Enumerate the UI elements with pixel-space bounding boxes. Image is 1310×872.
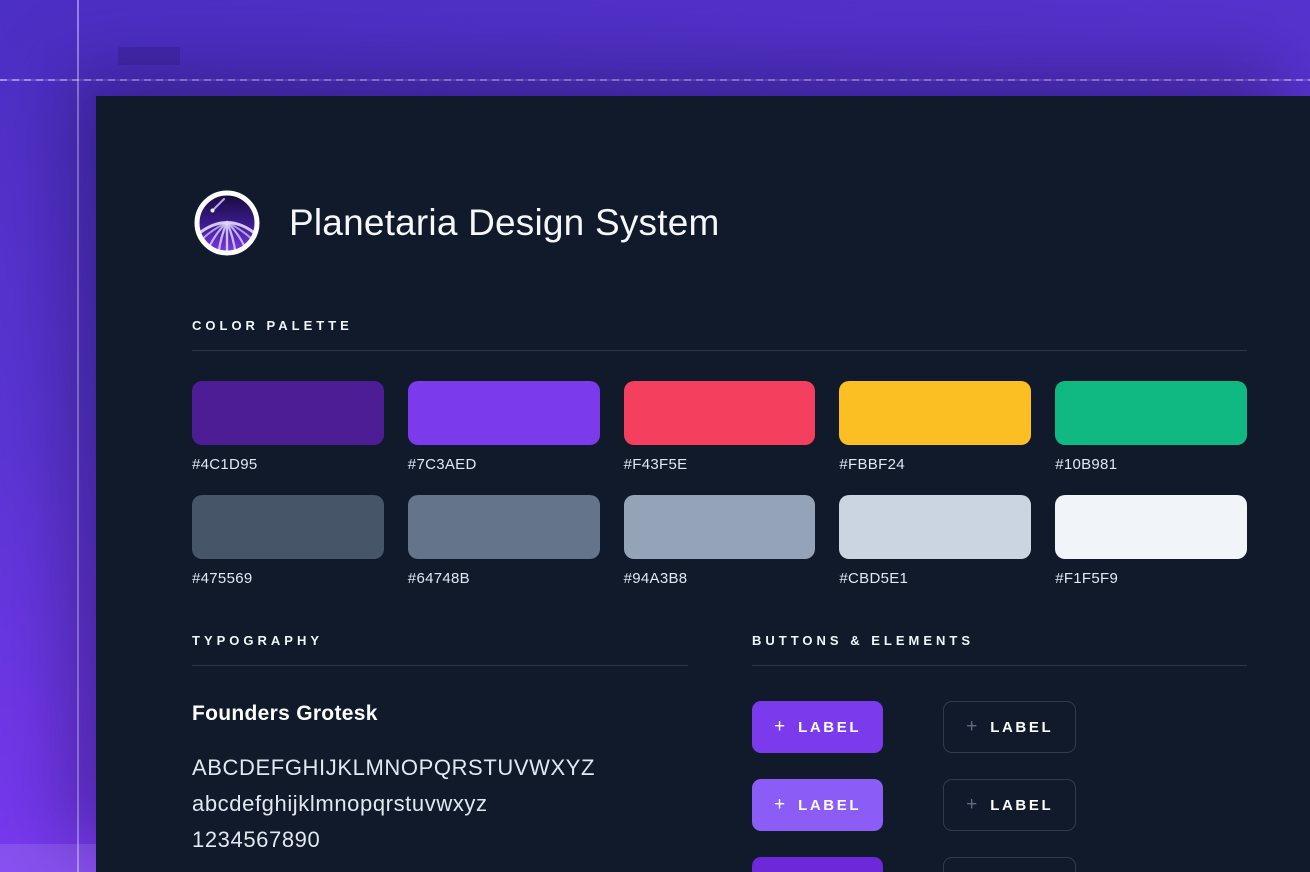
section-heading: BUTTONS & ELEMENTS (752, 633, 1247, 648)
section-divider (192, 665, 688, 666)
design-system-panel: Planetaria Design System COLOR PALETTE #… (96, 96, 1310, 872)
color-swatch-cell: #64748B (408, 495, 600, 587)
planetaria-logo-icon (192, 188, 262, 258)
font-name: Founders Grotesk (192, 702, 688, 726)
lower-sections: TYPOGRAPHY Founders Grotesk ABCDEFGHIJKL… (192, 633, 1247, 872)
color-swatch-cell: #CBD5E1 (839, 495, 1031, 587)
button-label: LABEL (990, 797, 1053, 814)
color-palette-section: COLOR PALETTE #4C1D95 #7C3AED #F43F5E #F… (192, 318, 1247, 587)
color-swatch (1055, 381, 1247, 445)
color-swatch (624, 381, 816, 445)
background-shape (0, 844, 96, 872)
color-swatch-cell: #475569 (192, 495, 384, 587)
color-hex-label: #4C1D95 (192, 456, 384, 473)
color-swatch (192, 381, 384, 445)
color-swatch-cell: #4C1D95 (192, 381, 384, 473)
color-hex-label: #64748B (408, 570, 600, 587)
color-swatch (192, 495, 384, 559)
section-divider (192, 350, 1247, 351)
button-label: LABEL (798, 797, 861, 814)
buttons-section: BUTTONS & ELEMENTS + LABEL + LABEL + (752, 633, 1247, 872)
page-title: Planetaria Design System (289, 202, 720, 244)
primary-label-button-hover[interactable]: + LABEL (752, 779, 883, 831)
color-swatch-cell: #F1F5F9 (1055, 495, 1247, 587)
color-hex-label: #FBBF24 (839, 456, 1031, 473)
specimen-digits: 1234567890 (192, 822, 688, 858)
button-row: + LABEL + LABEL (752, 701, 1247, 753)
color-swatch-cell: #10B981 (1055, 381, 1247, 473)
specimen-lowercase: abcdefghijklmnopqrstuvwxyz (192, 786, 688, 822)
color-swatch (839, 381, 1031, 445)
color-swatch (408, 381, 600, 445)
color-swatch (1055, 495, 1247, 559)
color-hex-label: #CBD5E1 (839, 570, 1031, 587)
primary-label-button-active[interactable]: + LABEL (752, 857, 883, 872)
section-heading: TYPOGRAPHY (192, 633, 688, 648)
primary-label-button[interactable]: + LABEL (752, 701, 883, 753)
color-hex-label: #475569 (192, 570, 384, 587)
type-specimen: ABCDEFGHIJKLMNOPQRSTUVWXYZ abcdefghijklm… (192, 750, 688, 858)
background-shape (118, 47, 180, 65)
color-swatch (839, 495, 1031, 559)
typography-section: TYPOGRAPHY Founders Grotesk ABCDEFGHIJKL… (192, 633, 688, 872)
plus-icon: + (774, 716, 785, 738)
color-swatch-cell: #FBBF24 (839, 381, 1031, 473)
section-heading: COLOR PALETTE (192, 318, 1247, 333)
color-swatch-cell: #F43F5E (624, 381, 816, 473)
color-hex-label: #94A3B8 (624, 570, 816, 587)
plus-icon: + (774, 794, 785, 816)
color-swatch (408, 495, 600, 559)
button-label: LABEL (990, 719, 1053, 736)
vertical-guide-line (77, 0, 79, 872)
button-examples: + LABEL + LABEL + LABEL + LABEL (752, 701, 1247, 872)
specimen-uppercase: ABCDEFGHIJKLMNOPQRSTUVWXYZ (192, 750, 688, 786)
secondary-label-button[interactable]: + LABEL (943, 779, 1076, 831)
color-hex-label: #F43F5E (624, 456, 816, 473)
secondary-label-button[interactable]: + LABEL (943, 857, 1076, 872)
button-row: + LABEL + LABEL (752, 857, 1247, 872)
color-hex-label: #10B981 (1055, 456, 1247, 473)
button-row: + LABEL + LABEL (752, 779, 1247, 831)
color-swatch-cell: #94A3B8 (624, 495, 816, 587)
page-header: Planetaria Design System (192, 188, 1247, 258)
color-hex-label: #7C3AED (408, 456, 600, 473)
swatch-grid: #4C1D95 #7C3AED #F43F5E #FBBF24 #10B981 … (192, 381, 1247, 587)
secondary-label-button[interactable]: + LABEL (943, 701, 1076, 753)
plus-icon: + (966, 794, 977, 816)
button-label: LABEL (798, 719, 861, 736)
color-swatch (624, 495, 816, 559)
color-swatch-cell: #7C3AED (408, 381, 600, 473)
horizontal-guide-line (0, 79, 1310, 81)
section-divider (752, 665, 1247, 666)
color-hex-label: #F1F5F9 (1055, 570, 1247, 587)
plus-icon: + (966, 716, 977, 738)
